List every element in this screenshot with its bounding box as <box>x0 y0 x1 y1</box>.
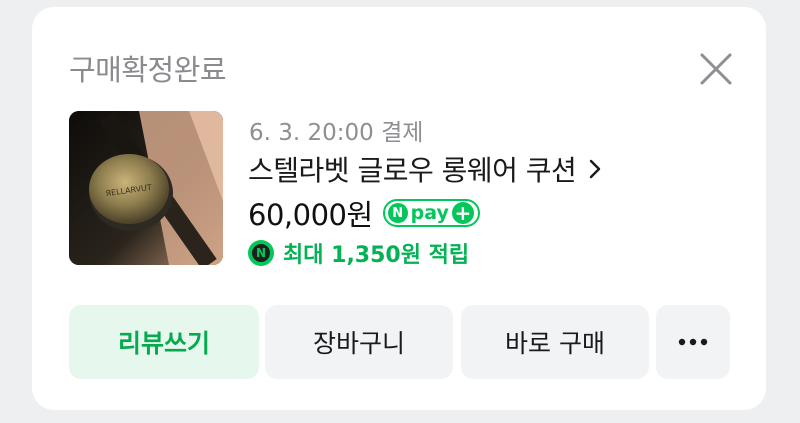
more-icon[interactable] <box>656 305 730 379</box>
reward-text: 최대 1,350원 적립 <box>283 243 470 268</box>
plus-icon: + <box>451 202 474 224</box>
npay-n-logo: N <box>387 203 408 223</box>
naver-point-icon: N <box>248 240 274 266</box>
order-meta: 6. 3. 20:00 결제 <box>249 120 424 146</box>
reward-row: N 최대 1,350원 적립 <box>248 237 469 269</box>
write-review-button[interactable]: 리뷰쓰기 <box>69 305 259 379</box>
product-title: 스텔라벳 글로우 롱웨어 쿠션 <box>248 154 577 187</box>
product-price: 60,000원 <box>248 198 373 232</box>
product-title-link[interactable]: 스텔라벳 글로우 롱웨어 쿠션 <box>248 149 602 189</box>
naver-pay-plus-icon: N pay + <box>382 199 480 227</box>
order-card: 구매확정완료 ЯELLARVUT 6. 3. 20:00 결제 스텔라벳 글로우… <box>32 7 766 410</box>
close-icon[interactable] <box>694 47 738 91</box>
price-row: 60,000원 N pay + <box>248 192 480 234</box>
npay-label: pay <box>410 201 449 224</box>
order-status: 구매확정완료 <box>69 53 227 87</box>
chevron-right-icon <box>590 159 601 179</box>
buy-now-button[interactable]: 바로 구매 <box>461 305 649 379</box>
product-thumbnail[interactable]: ЯELLARVUT <box>69 111 223 265</box>
cart-button[interactable]: 장바구니 <box>265 305 453 379</box>
